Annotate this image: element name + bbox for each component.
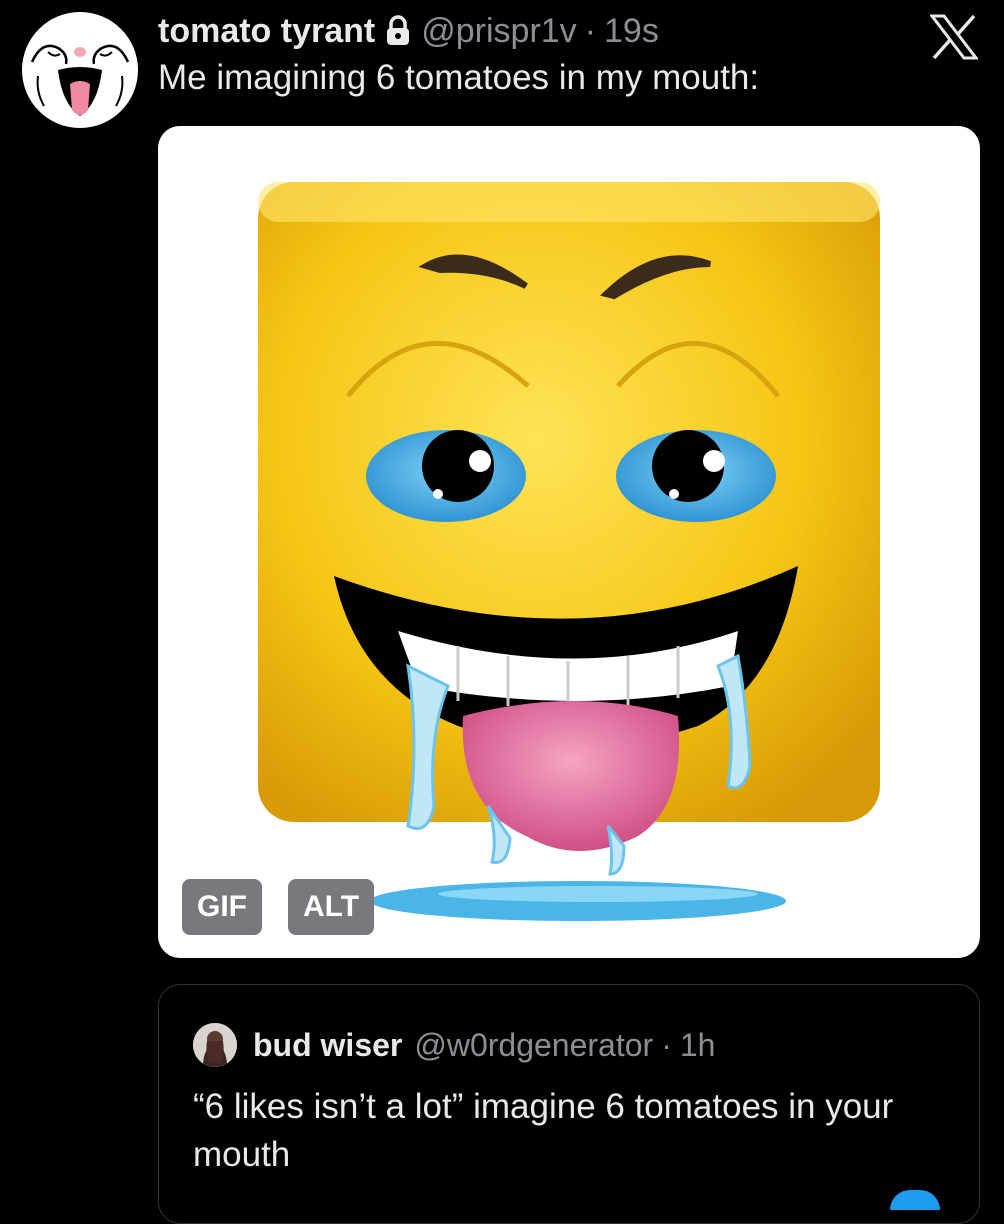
tweet-media-gif[interactable]: GIF ALT [158,126,980,958]
author-avatar[interactable] [22,12,138,128]
separator-dot: · [584,11,597,50]
author-handle[interactable]: @prispr1v [421,12,576,51]
x-logo-icon[interactable] [928,14,980,60]
tweet-header: tomato tyrant @prispr1v · 19s [158,6,659,56]
quoted-tweet-header: bud wiser @w0rdgenerator · 1h [253,1023,715,1067]
tweet-text: Me imagining 6 tomatoes in my mouth: [158,58,760,97]
quoted-tweet-text: “6 likes isn’t a lot” imagine 6 tomatoes… [193,1087,894,1174]
alt-text-badge[interactable]: ALT [288,879,374,935]
ahegao-face-icon [23,13,137,127]
lock-icon [385,15,411,47]
quoted-author-handle[interactable]: @w0rdgenerator [414,1027,653,1064]
quoted-tweet-timestamp[interactable]: 1h [680,1027,716,1064]
quoted-author-avatar[interactable] [193,1023,237,1067]
quoted-tweet[interactable]: bud wiser @w0rdgenerator · 1h “6 likes i… [158,984,980,1224]
person-avatar-icon [193,1023,237,1067]
tweet-timestamp[interactable]: 19s [604,12,659,51]
separator-dot: · [661,1026,672,1063]
quoted-author-name[interactable]: bud wiser [253,1027,402,1064]
author-name[interactable]: tomato tyrant [158,12,375,51]
drooling-cube-emoji-image [258,182,880,921]
gif-badge[interactable]: GIF [182,879,262,935]
